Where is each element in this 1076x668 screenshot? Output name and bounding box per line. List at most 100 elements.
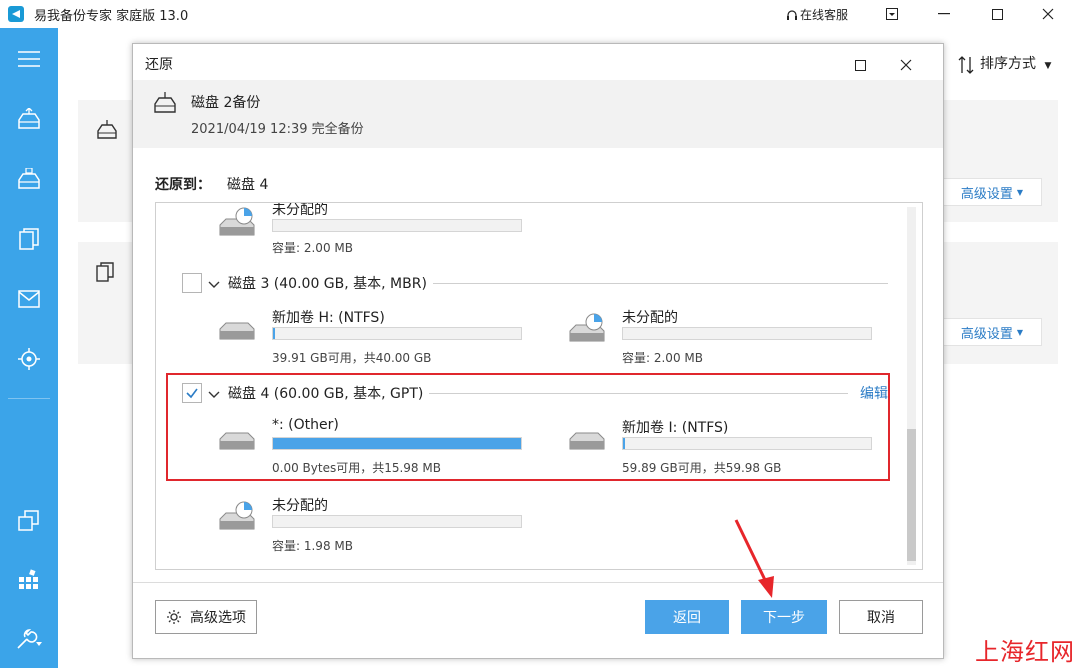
- partition-disk-icon: [569, 432, 605, 450]
- back-button[interactable]: 返回: [645, 600, 729, 634]
- app-logo-icon: [8, 6, 24, 22]
- menu-button[interactable]: [868, 0, 916, 28]
- dialog-title: 还原: [145, 57, 173, 73]
- sort-label: 排序方式: [980, 56, 1036, 72]
- cancel-button[interactable]: 取消: [839, 600, 923, 634]
- partition-h[interactable]: 新加卷 H: (NTFS) 39.91 GB可用，共40.00 GB: [218, 307, 538, 365]
- partition-i[interactable]: 新加卷 I: (NTFS) 59.89 GB可用，共59.98 GB: [568, 417, 888, 475]
- sidebar-menu-button[interactable]: [14, 44, 44, 74]
- disk-icon: [96, 120, 118, 144]
- minimize-icon: [938, 13, 950, 15]
- footer-divider: [133, 582, 943, 583]
- partition-info: 容量: 2.00 MB: [272, 241, 353, 255]
- minimize-button[interactable]: [920, 0, 968, 28]
- list-scrollbar[interactable]: [907, 207, 916, 565]
- wrench-icon: [17, 628, 42, 649]
- sort-icon: [958, 56, 974, 78]
- unallocated-partition-bottom[interactable]: 未分配的 容量: 1.98 MB: [218, 495, 538, 553]
- backup-date: 2021/04/19 12:39 完全备份: [191, 122, 364, 137]
- disk-list[interactable]: 未分配的 容量: 2.00 MB 磁盘 3 (40.00 GB, 基本, MBR…: [155, 202, 923, 570]
- file-icon: [96, 262, 116, 286]
- advanced-options-label: 高级选项: [190, 610, 246, 626]
- disk4-checkbox[interactable]: [182, 383, 202, 403]
- unallocated-disk-icon: [219, 501, 255, 530]
- next-button[interactable]: 下一步: [741, 600, 827, 634]
- partition-name: 新加卷 I: (NTFS): [622, 420, 729, 436]
- maximize-icon: [855, 60, 866, 71]
- clone-icon: [18, 510, 39, 531]
- usage-bar: [272, 219, 522, 232]
- target-icon: [18, 348, 40, 370]
- sidebar-item-disk-backup[interactable]: [14, 104, 44, 134]
- partition-info: 容量: 2.00 MB: [622, 351, 703, 365]
- usage-bar: [622, 327, 872, 340]
- unallocated-disk-icon: [569, 313, 605, 342]
- chevron-down-icon: [208, 281, 220, 288]
- online-service-link[interactable]: 在线客服: [800, 6, 848, 23]
- usage-bar: [272, 327, 522, 340]
- chevron-down-icon: ▼: [1044, 61, 1052, 71]
- sidebar-item-system-backup[interactable]: [14, 164, 44, 194]
- sidebar: [0, 28, 58, 668]
- advanced-options-button[interactable]: 高级选项: [155, 600, 257, 634]
- close-icon: [900, 59, 912, 71]
- unallocated-partition-disk3[interactable]: 未分配的 容量: 2.00 MB: [568, 307, 888, 365]
- gear-icon: [167, 610, 181, 624]
- close-window-button[interactable]: [1024, 0, 1072, 28]
- disk4-label: 磁盘 4 (60.00 GB, 基本, GPT): [228, 383, 430, 403]
- hamburger-icon: [18, 51, 40, 67]
- disk4-edit-link[interactable]: 编辑: [856, 383, 888, 403]
- sidebar-divider: [8, 398, 50, 399]
- partition-name: *: (Other): [272, 417, 339, 433]
- partition-info: 59.89 GB可用，共59.98 GB: [622, 461, 782, 475]
- dialog-maximize-button[interactable]: [855, 56, 866, 75]
- sidebar-item-smart-backup[interactable]: [14, 344, 44, 374]
- mail-icon: [18, 290, 40, 308]
- annotation-arrow: [734, 519, 774, 598]
- restore-target: 磁盘 4: [227, 177, 269, 193]
- disk-backup-icon: [18, 108, 40, 129]
- advanced-settings-button-1[interactable]: 高级设置 ▼: [942, 178, 1042, 206]
- system-backup-icon: [18, 168, 40, 189]
- disk3-label: 磁盘 3 (40.00 GB, 基本, MBR): [228, 273, 433, 293]
- sidebar-item-settings[interactable]: [14, 624, 44, 654]
- restore-dialog: 还原 磁盘 2备份 2021/04/19 12:39 完全备份 还原到： 磁盘 …: [132, 43, 944, 659]
- partition-name: 未分配的: [272, 202, 328, 218]
- disk3-checkbox[interactable]: [182, 273, 202, 293]
- usage-bar: [272, 437, 522, 450]
- windows-tiles-icon: [19, 569, 38, 589]
- maximize-icon: [991, 8, 1003, 20]
- usage-fill: [623, 438, 626, 449]
- usage-fill: [273, 328, 276, 339]
- disk4-collapse-toggle[interactable]: [208, 385, 220, 404]
- maximize-button[interactable]: [973, 0, 1021, 28]
- partition-info: 39.91 GB可用，共40.00 GB: [272, 351, 432, 365]
- sidebar-item-tools[interactable]: [14, 564, 44, 594]
- partition-name: 未分配的: [622, 310, 678, 326]
- usage-bar: [622, 437, 872, 450]
- disk3-collapse-toggle[interactable]: [208, 275, 220, 294]
- checkmark-icon: [186, 388, 198, 399]
- sort-button[interactable]: 排序方式 ▼: [980, 53, 1051, 73]
- partition-other[interactable]: *: (Other) 0.00 Bytes可用，共15.98 MB: [218, 417, 538, 475]
- sidebar-item-clone[interactable]: [14, 506, 44, 536]
- backup-name: 磁盘 2备份: [191, 95, 261, 111]
- advanced-settings-button-2[interactable]: 高级设置 ▼: [942, 318, 1042, 346]
- partition-info: 容量: 1.98 MB: [272, 539, 353, 553]
- chevron-down-icon: ▼: [1016, 187, 1024, 197]
- scrollbar-thumb[interactable]: [907, 429, 916, 561]
- sidebar-item-file-backup[interactable]: [14, 224, 44, 254]
- dialog-close-button[interactable]: [900, 56, 912, 75]
- advanced-settings-label: 高级设置: [960, 326, 1013, 342]
- partition-name: 新加卷 H: (NTFS): [272, 310, 385, 326]
- file-backup-icon: [19, 228, 39, 250]
- unallocated-disk-icon: [219, 207, 255, 236]
- restore-to-label: 还原到：: [155, 177, 211, 193]
- close-icon: [1042, 8, 1054, 20]
- app-title: 易我备份专家 家庭版 13.0: [34, 9, 189, 24]
- headset-icon: [786, 7, 798, 26]
- chevron-down-icon: ▼: [1016, 327, 1024, 337]
- watermark: 上海红网: [975, 638, 1075, 666]
- sidebar-item-mail-backup[interactable]: [14, 284, 44, 314]
- chevron-down-icon: [208, 391, 220, 398]
